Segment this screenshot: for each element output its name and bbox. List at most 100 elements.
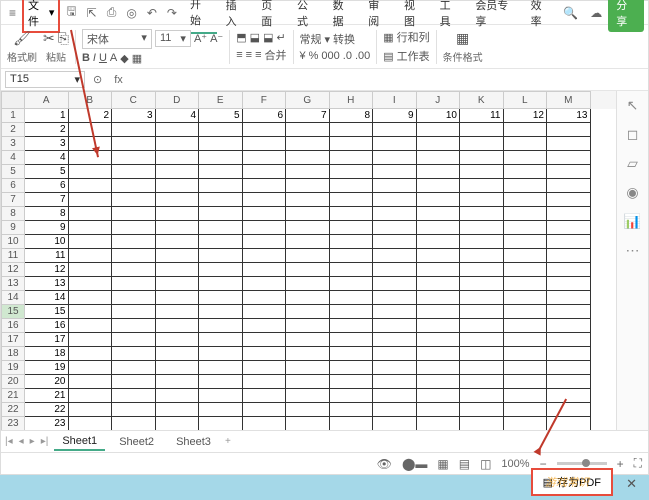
cell[interactable] [69, 375, 113, 389]
cell[interactable] [504, 193, 548, 207]
cell[interactable] [460, 417, 504, 430]
cell[interactable] [547, 249, 591, 263]
cell[interactable] [373, 151, 417, 165]
cell[interactable] [460, 179, 504, 193]
column-header[interactable]: M [547, 91, 591, 109]
cell[interactable] [69, 361, 113, 375]
align-right-icon[interactable]: ≡ [255, 49, 261, 61]
cell[interactable] [112, 207, 156, 221]
cell[interactable] [417, 263, 461, 277]
cell[interactable] [286, 207, 330, 221]
cell[interactable] [69, 347, 113, 361]
cell[interactable] [112, 319, 156, 333]
cell[interactable] [199, 249, 243, 263]
cell[interactable] [504, 165, 548, 179]
row-header[interactable]: 13 [1, 277, 25, 291]
cell[interactable] [156, 249, 200, 263]
cell[interactable] [69, 221, 113, 235]
cell[interactable]: 13 [547, 109, 591, 123]
prev-sheet-icon[interactable]: ◂ [19, 436, 24, 447]
cell[interactable] [417, 389, 461, 403]
cell[interactable] [504, 319, 548, 333]
dec-inc-icon[interactable]: .0 [343, 50, 352, 62]
cell[interactable] [243, 249, 287, 263]
cell[interactable] [112, 179, 156, 193]
cell[interactable] [69, 207, 113, 221]
select-all-corner[interactable] [1, 91, 25, 109]
cell[interactable] [330, 361, 374, 375]
percent-icon[interactable]: % [309, 50, 319, 62]
cell[interactable] [417, 221, 461, 235]
merge-button[interactable]: 合并 [265, 47, 287, 63]
cell[interactable] [460, 375, 504, 389]
cell[interactable] [460, 291, 504, 305]
align-top-icon[interactable]: ⬒ [236, 31, 246, 44]
cell[interactable] [156, 151, 200, 165]
cell[interactable] [112, 389, 156, 403]
cell[interactable] [547, 305, 591, 319]
cell[interactable] [373, 375, 417, 389]
hamburger-icon[interactable]: ≡ [5, 2, 20, 24]
cell[interactable] [417, 207, 461, 221]
cell[interactable] [373, 361, 417, 375]
cell[interactable] [156, 207, 200, 221]
column-header[interactable]: B [69, 91, 113, 109]
cell[interactable] [286, 333, 330, 347]
cell[interactable] [112, 375, 156, 389]
cell[interactable] [460, 151, 504, 165]
dec-dec-icon[interactable]: .00 [355, 50, 370, 62]
cell[interactable] [69, 151, 113, 165]
cell[interactable] [243, 305, 287, 319]
more-icon[interactable]: ⋯ [626, 242, 640, 259]
cell[interactable]: 19 [25, 361, 69, 375]
cell[interactable] [504, 249, 548, 263]
row-header[interactable]: 3 [1, 137, 25, 151]
align-center-icon[interactable]: ≡ [246, 49, 252, 61]
cell[interactable] [504, 207, 548, 221]
cell[interactable] [547, 277, 591, 291]
cell[interactable] [460, 305, 504, 319]
search-icon[interactable]: 🔍 [559, 2, 582, 24]
cell[interactable] [373, 137, 417, 151]
cell[interactable]: 17 [25, 333, 69, 347]
column-header[interactable]: L [504, 91, 548, 109]
cell[interactable] [504, 375, 548, 389]
save-icon[interactable]: 🖫 [62, 0, 80, 27]
cell[interactable] [330, 403, 374, 417]
cell[interactable] [112, 403, 156, 417]
cell[interactable] [417, 165, 461, 179]
cell[interactable] [417, 291, 461, 305]
cell[interactable] [286, 305, 330, 319]
cell[interactable] [112, 263, 156, 277]
toggle-icon[interactable]: ⬤▬ [402, 457, 427, 471]
condfmt-icon[interactable]: ▦ [456, 30, 469, 47]
cell[interactable] [547, 319, 591, 333]
convert-button[interactable]: 转换 [333, 31, 355, 47]
row-header[interactable]: 18 [1, 347, 25, 361]
cell[interactable] [156, 417, 200, 430]
cell[interactable] [504, 179, 548, 193]
cell[interactable] [460, 389, 504, 403]
print-icon[interactable]: ⎙ [103, 1, 121, 24]
font-name-select[interactable]: 宋体▾ [82, 29, 152, 49]
cell[interactable]: 18 [25, 347, 69, 361]
cell[interactable] [460, 403, 504, 417]
cell[interactable] [330, 263, 374, 277]
cell[interactable] [417, 333, 461, 347]
cell[interactable] [504, 305, 548, 319]
cell[interactable] [460, 193, 504, 207]
cut-icon[interactable]: ✂ [43, 30, 55, 47]
cell[interactable] [417, 403, 461, 417]
cell[interactable] [69, 417, 113, 430]
cell[interactable] [243, 193, 287, 207]
cell[interactable]: 4 [156, 109, 200, 123]
cell[interactable] [373, 347, 417, 361]
cell[interactable] [112, 291, 156, 305]
view-page-icon[interactable]: ▤ [459, 457, 470, 471]
cell[interactable] [547, 221, 591, 235]
cell[interactable] [504, 123, 548, 137]
cell[interactable] [417, 123, 461, 137]
cell[interactable] [112, 221, 156, 235]
cell[interactable] [112, 347, 156, 361]
cell[interactable] [199, 333, 243, 347]
